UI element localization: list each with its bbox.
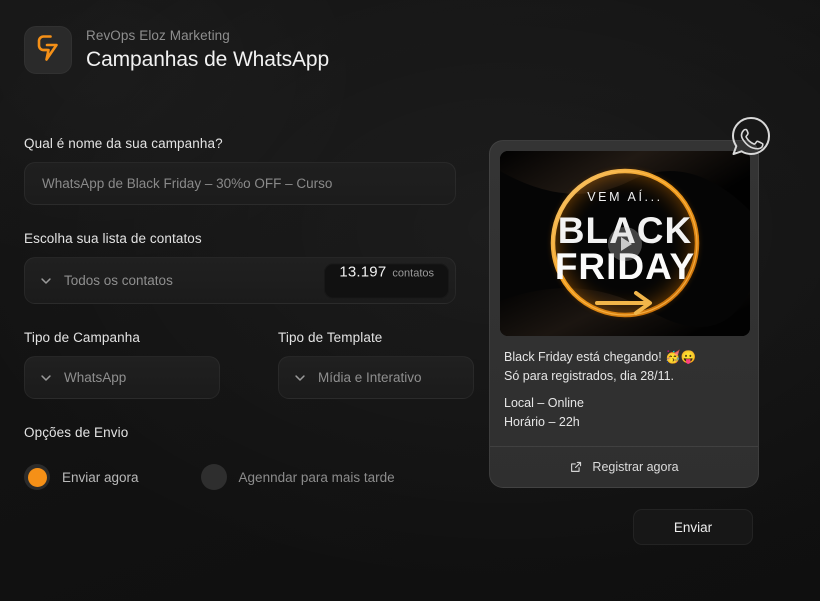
register-now-button[interactable]: Registrar agora [490, 447, 758, 487]
template-type-label: Tipo de Template [278, 330, 383, 345]
campaign-type-select-left: WhatsApp [39, 370, 126, 385]
whatsapp-icon [726, 112, 776, 162]
app-root: RevOps Eloz Marketing Campanhas de Whats… [0, 0, 820, 601]
chevron-down-icon [41, 374, 51, 381]
campaign-name-input[interactable]: WhatsApp de Black Friday – 30%o OFF – Cu… [24, 162, 456, 205]
send-options-row: Enviar agora Agenndar para mais tarde [24, 464, 456, 490]
radio-send-now[interactable]: Enviar agora [24, 464, 139, 490]
template-type-select-left: Mídia e Interativo [293, 370, 422, 385]
send-button[interactable]: Enviar [633, 509, 753, 545]
page-title: Campanhas de WhatsApp [86, 47, 330, 71]
header-text-block: RevOps Eloz Marketing Campanhas de Whats… [86, 27, 329, 73]
contact-count-badge: 13.197 contatos [324, 263, 449, 298]
template-type-group: Tipo de Template Mídia e Interativo [278, 330, 474, 399]
play-icon[interactable] [608, 226, 642, 261]
contact-count-word: contatos [392, 267, 434, 279]
template-type-select[interactable]: Mídia e Interativo [278, 356, 474, 399]
message-line: Black Friday está chegando! 🥳😛 [504, 350, 697, 364]
contact-list-label: Escolha sua lista de contatos [24, 231, 202, 246]
radio-schedule-later-label: Agenndar para mais tarde [238, 469, 395, 485]
contact-list-select-left: Todos os contatos [39, 273, 173, 288]
campaign-type-select[interactable]: WhatsApp [24, 356, 220, 399]
campaign-type-value: WhatsApp [64, 370, 127, 385]
chevron-down-icon [41, 277, 51, 284]
contact-list-value: Todos os contatos [64, 273, 173, 288]
type-row: Tipo de Campanha WhatsApp Tipo de Templa… [24, 330, 474, 399]
preview-message-body: Black Friday está chegando! 🥳😛 Só para r… [500, 336, 748, 446]
message-line: Horário – 22h [504, 415, 580, 430]
campaign-type-label: Tipo de Campanha [24, 330, 140, 345]
radio-schedule-later[interactable]: Agenndar para mais tarde [200, 464, 395, 490]
radio-unselected-icon [200, 464, 227, 490]
lightning-bolt-icon [35, 34, 61, 67]
chevron-down-icon [295, 374, 305, 381]
campaign-name-label: Qual é nome da sua campanha? [24, 136, 223, 151]
campaign-name-value: WhatsApp de Black Friday – 30%o OFF – Cu… [42, 176, 333, 191]
campaign-form: Qual é nome da sua campanha? WhatsApp de… [24, 136, 474, 490]
register-now-label: Registrar agora [592, 459, 679, 474]
brand-name: RevOps Eloz Marketing [86, 28, 230, 44]
message-line: Só para registrados, dia 28/11. [504, 369, 675, 384]
app-header: RevOps Eloz Marketing Campanhas de Whats… [24, 26, 329, 74]
template-type-value: Mídia e Interativo [318, 370, 422, 385]
message-line: Local – Online [504, 395, 584, 410]
svg-text:VEM AÍ...: VEM AÍ... [587, 189, 663, 204]
send-options-label: Opções de Envio [24, 425, 129, 440]
external-link-icon [571, 461, 582, 472]
app-logo [24, 26, 72, 74]
preview-media[interactable]: VEM AÍ... BLACK FRIDAY [500, 151, 750, 336]
contact-count-number: 13.197 [339, 263, 387, 280]
message-preview-card: VEM AÍ... BLACK FRIDAY Black Friday está… [489, 140, 759, 488]
campaign-type-group: Tipo de Campanha WhatsApp [24, 330, 220, 399]
radio-selected-icon [24, 464, 50, 490]
contact-list-select[interactable]: Todos os contatos 13.197 contatos [24, 257, 456, 304]
radio-send-now-label: Enviar agora [62, 469, 139, 485]
